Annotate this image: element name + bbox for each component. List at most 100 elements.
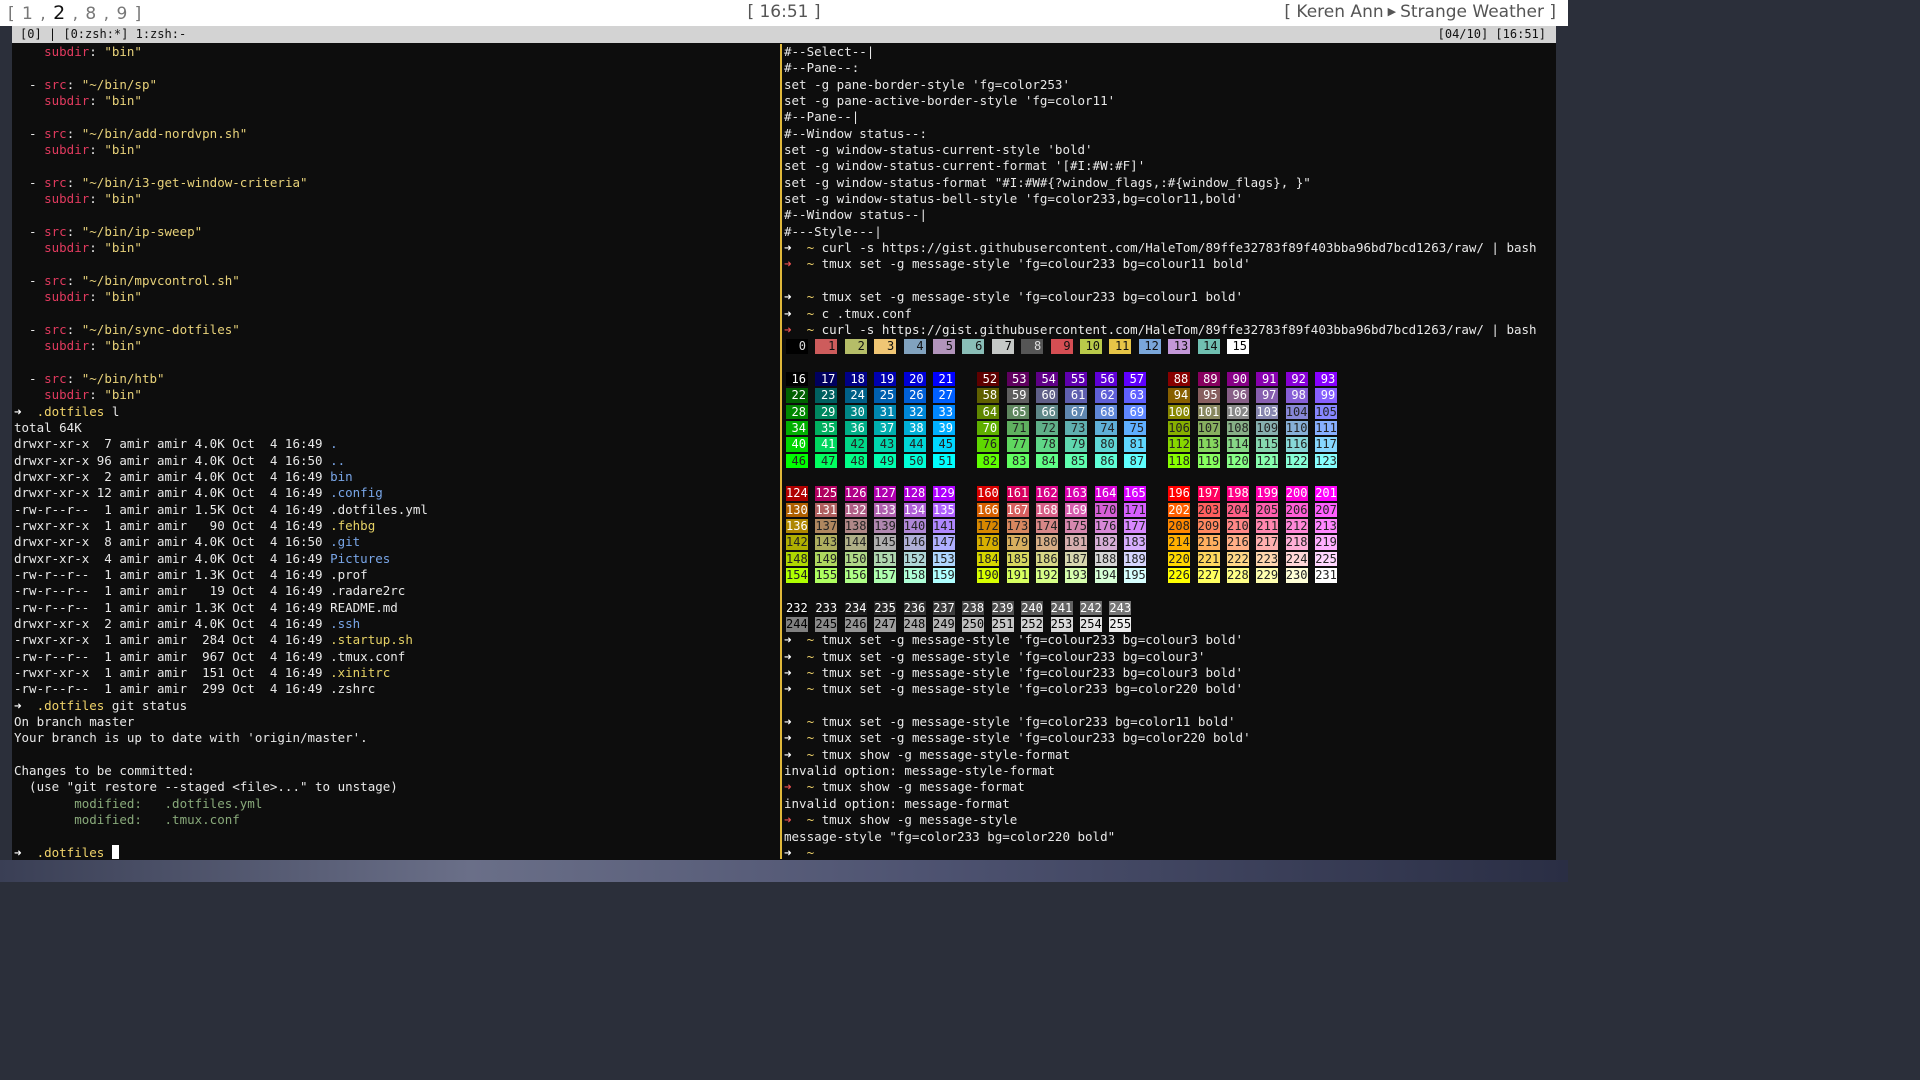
terminal-line: drwxr-xr-x 2 amir amir 4.0K Oct 4 16:49 … — [14, 469, 780, 485]
terminal-text: src — [44, 76, 67, 92]
left-pane[interactable]: subdir: "bin" - src: "~/bin/sp" subdir: … — [14, 44, 780, 859]
color-swatch: 241 — [1050, 600, 1073, 616]
terminal-text: : — [66, 223, 82, 239]
terminal-line: -rw-r--r-- 1 amir amir 967 Oct 4 16:49 .… — [14, 649, 780, 665]
color-swatch: 232 — [786, 600, 808, 616]
color-swatch: 82 — [977, 453, 1000, 469]
terminal-text: ➜ — [784, 632, 807, 648]
color-swatch: 211 — [1256, 518, 1279, 534]
terminal-line: -rwxr-xr-x 1 amir amir 151 Oct 4 16:49 .… — [14, 665, 780, 681]
color-swatch: 243 — [1109, 600, 1132, 616]
color-swatch: 189 — [1124, 551, 1147, 567]
color-swatch: 43 — [874, 437, 897, 452]
terminal-line: set -g pane-active-border-style 'fg=colo… — [784, 93, 1554, 109]
terminal-line: - src: "~/bin/i3-get-window-criteria" — [14, 175, 780, 191]
color-swatch: 12 — [1138, 339, 1161, 354]
terminal-line: subdir: "bin" — [14, 44, 780, 60]
tmux-window-list[interactable]: [0] | [0:zsh:*] 1:zsh:- — [20, 26, 186, 43]
color-swatch: 251 — [991, 617, 1014, 632]
color-swatch: 193 — [1065, 568, 1088, 583]
terminal-text: ➜ — [784, 289, 807, 305]
color-swatch: 0 — [786, 339, 808, 354]
terminal-line: modified: .tmux.conf — [14, 812, 780, 828]
color-swatch: 197 — [1197, 486, 1220, 501]
terminal-text: : — [66, 272, 82, 288]
terminal-line: #--Window status--: — [784, 126, 1554, 142]
terminal-text: - — [14, 76, 45, 92]
color-swatch: 250 — [962, 617, 985, 632]
color-swatch: 247 — [874, 617, 897, 632]
terminal-text: #--Window status--: — [784, 125, 927, 141]
terminal-line: ➜ ~ tmux set -g message-style 'fg=colour… — [784, 632, 1554, 648]
color-swatch: 36 — [844, 420, 867, 436]
color-swatch: 127 — [874, 486, 897, 501]
right-pane[interactable]: #--Select--| #--Pane--: set -g pane-border… — [784, 44, 1554, 859]
terminal-text: . — [330, 436, 338, 452]
color-swatch: 202 — [1168, 502, 1191, 518]
color-swatch: 150 — [844, 551, 867, 567]
terminal-text: ➜ — [784, 779, 807, 795]
color-swatch: 70 — [977, 420, 1000, 436]
color-swatch: 207 — [1315, 502, 1338, 518]
pane-divider[interactable] — [780, 44, 782, 859]
terminal-text: set -g window-status-format "#I:#W#{?win… — [784, 174, 1311, 190]
terminal-text: ➜ — [784, 812, 807, 828]
color-swatch: 86 — [1094, 453, 1117, 469]
color-row: 34 35 36 37 38 39 70 71 72 73 74 75 106 107 108 109 110 1… — [784, 420, 1554, 436]
color-swatch: 69 — [1124, 404, 1147, 420]
terminal-window[interactable]: [0] | [0:zsh:*] 1:zsh:- [04/10] [16:51] … — [12, 26, 1556, 860]
terminal-text: tmux set -g message-style 'fg=colour233 … — [814, 256, 1251, 272]
terminal-text: .dotfiles — [36, 697, 105, 713]
color-swatch: 140 — [903, 518, 926, 534]
color-swatch: 252 — [1021, 617, 1044, 632]
color-swatch: 38 — [903, 420, 926, 436]
terminal-line: #--Pane--: — [784, 60, 1554, 76]
color-swatch: 225 — [1315, 551, 1338, 567]
terminal-text: .ssh — [330, 616, 361, 632]
terminal-text: -rwxr-xr-x 1 amir amir 284 Oct 4 16:49 — [14, 632, 331, 648]
terminal-text: tmux set -g message-style 'fg=colour233 … — [814, 665, 1244, 681]
color-swatch: 62 — [1094, 388, 1117, 403]
terminal-text: ➜ — [784, 714, 807, 730]
color-swatch: 248 — [903, 617, 926, 632]
terminal-text: ➜ — [784, 730, 807, 746]
terminal-text: total 64K — [14, 419, 82, 435]
terminal-line: set -g pane-border-style 'fg=color253' — [784, 77, 1554, 93]
terminal-line: subdir: "bin" — [14, 289, 780, 305]
terminal-text: ~ — [806, 812, 815, 828]
color-swatch: 72 — [1035, 420, 1058, 436]
color-swatch: 213 — [1315, 518, 1338, 534]
terminal-line: Changes to be committed: — [14, 763, 780, 779]
color-swatch: 119 — [1197, 453, 1220, 469]
terminal-text: drwxr-xr-x 96 amir amir 4.0K Oct 4 16:50 — [14, 452, 331, 468]
terminal-text: #--Window status--| — [784, 207, 927, 223]
color-swatch: 6 — [962, 339, 985, 354]
terminal-text: set -g window-status-current-format '[#I… — [784, 158, 1146, 174]
terminal-text: "~/bin/i3-get-window-criteria" — [81, 174, 308, 190]
terminal-line: set -g window-status-current-format '[#I… — [784, 158, 1554, 174]
color-row: 232 233 234 235 236 237 238 239 240 241 242 243 — [784, 600, 1554, 616]
color-swatch: 29 — [815, 404, 838, 420]
color-swatch: 13 — [1168, 339, 1191, 354]
terminal-line: -rwxr-xr-x 1 amir amir 284 Oct 4 16:49 .… — [14, 632, 780, 648]
terminal-text: ➜ — [14, 403, 37, 419]
color-swatch: 231 — [1315, 568, 1338, 583]
color-swatch: 67 — [1065, 404, 1088, 420]
terminal-line: - src: "~/bin/htb" — [14, 371, 780, 387]
color-swatch: 106 — [1168, 420, 1191, 436]
color-swatch: 234 — [844, 600, 867, 616]
color-row: 154 155 156 157 158 159 190 191 192 193 194 195 226 2… — [784, 567, 1554, 583]
terminal-text: : — [89, 387, 105, 403]
color-swatch: 190 — [977, 568, 1000, 583]
terminal-text: .fehbg — [330, 517, 376, 533]
terminal-line: ➜ ~ tmux show -g message-format — [784, 779, 1554, 795]
color-swatch: 188 — [1094, 551, 1117, 567]
color-swatch: 135 — [933, 502, 955, 518]
color-swatch: 107 — [1197, 420, 1220, 436]
terminal-line: #--Window status--| — [784, 207, 1554, 223]
color-swatch: 203 — [1197, 502, 1220, 518]
terminal-text: tmux set -g message-style 'fg=color233 b… — [814, 681, 1244, 697]
